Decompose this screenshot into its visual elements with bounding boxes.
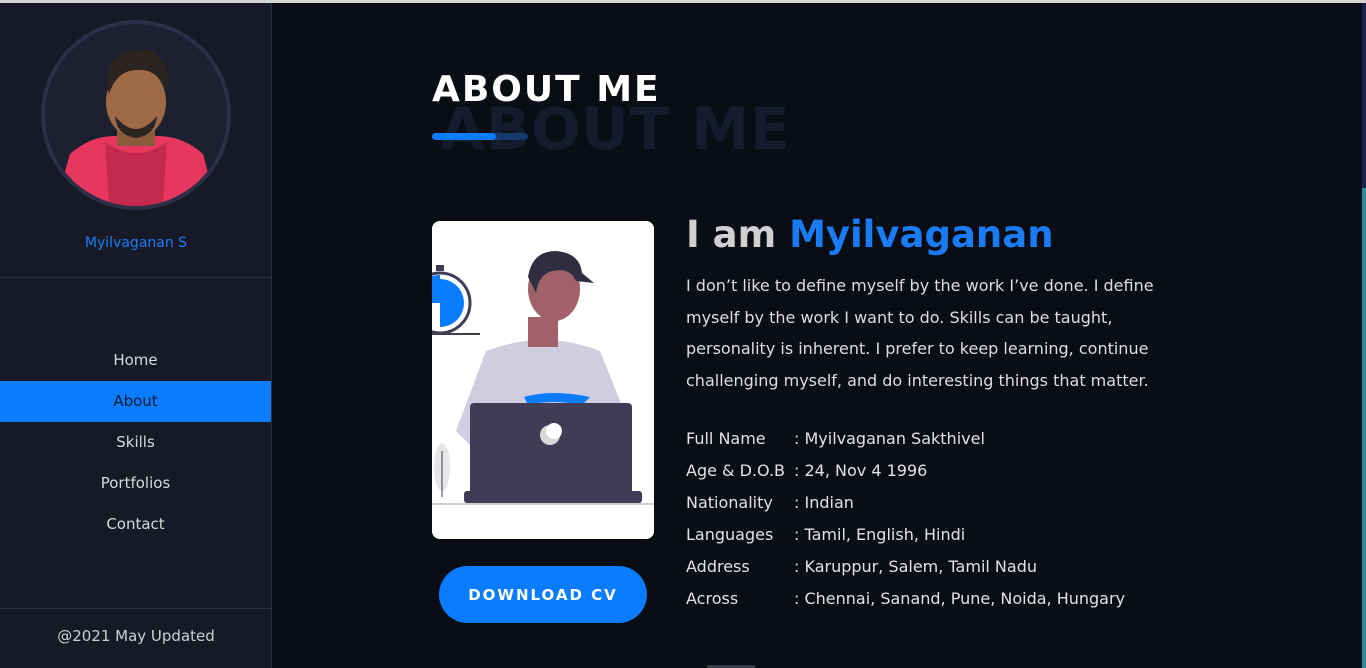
detail-key: Across bbox=[686, 589, 739, 608]
detail-value: : Karuppur, Salem, Tamil Nadu bbox=[794, 557, 1037, 576]
nav-item-portfolios[interactable]: Portfolios bbox=[0, 463, 271, 504]
detail-key: Age & D.O.B bbox=[686, 461, 786, 480]
detail-row-nationality: Nationality : Indian bbox=[686, 487, 1125, 519]
intro-text: I don’t like to define myself by the wor… bbox=[686, 276, 1154, 390]
detail-key: Full Name bbox=[686, 429, 766, 448]
detail-row-across: Across : Chennai, Sanand, Pune, Noida, H… bbox=[686, 583, 1125, 615]
developer-illustration bbox=[432, 221, 654, 539]
footer-note: @2021 May Updated bbox=[57, 627, 215, 645]
section-title: ABOUT ME bbox=[432, 69, 661, 110]
scrollbar-track[interactable] bbox=[1362, 3, 1366, 188]
nav-item-about[interactable]: About bbox=[0, 381, 271, 422]
detail-value: : Chennai, Sanand, Pune, Noida, Hungary bbox=[794, 589, 1126, 608]
about-section: ABOUT ME ABOUT ME DOWNLOAD CV I am Myilv… bbox=[272, 3, 1366, 668]
nav-item-skills[interactable]: Skills bbox=[0, 422, 271, 463]
intro-prefix: I am bbox=[686, 213, 790, 256]
nav-item-home[interactable]: Home bbox=[0, 340, 271, 381]
personal-details: Full Name : Myilvaganan Sakthivel Age & … bbox=[686, 423, 1125, 615]
scrollbar-thumb[interactable] bbox=[1362, 188, 1366, 668]
detail-row-languages: Languages : Tamil, English, Hindi bbox=[686, 519, 1125, 551]
nav-item-contact[interactable]: Contact bbox=[0, 504, 271, 545]
intro-heading: I am Myilvaganan bbox=[686, 213, 1226, 256]
profile-name[interactable]: Myilvaganan S bbox=[0, 235, 272, 251]
intro-name: Myilvaganan bbox=[789, 213, 1054, 256]
avatar bbox=[41, 20, 231, 210]
detail-value: : Myilvaganan Sakthivel bbox=[794, 429, 985, 448]
detail-value: : Tamil, English, Hindi bbox=[794, 525, 966, 544]
intro-block: I am Myilvaganan I don’t like to define … bbox=[686, 213, 1226, 396]
detail-value: : 24, Nov 4 1996 bbox=[794, 461, 928, 480]
sidebar: Myilvaganan S Home About Skills Portfoli… bbox=[0, 3, 272, 668]
detail-row-age: Age & D.O.B : 24, Nov 4 1996 bbox=[686, 455, 1125, 487]
detail-row-address: Address : Karuppur, Salem, Tamil Nadu bbox=[686, 551, 1125, 583]
detail-key: Nationality bbox=[686, 493, 773, 512]
detail-row-full-name: Full Name : Myilvaganan Sakthivel bbox=[686, 423, 1125, 455]
detail-key: Languages bbox=[686, 525, 774, 544]
detail-key: Address bbox=[686, 557, 750, 576]
download-cv-button[interactable]: DOWNLOAD CV bbox=[439, 566, 647, 623]
detail-value: : Indian bbox=[794, 493, 854, 512]
title-underline bbox=[432, 133, 496, 140]
sidebar-divider bbox=[0, 277, 272, 278]
sidebar-nav: Home About Skills Portfolios Contact bbox=[0, 340, 271, 545]
sidebar-divider bbox=[0, 608, 272, 609]
